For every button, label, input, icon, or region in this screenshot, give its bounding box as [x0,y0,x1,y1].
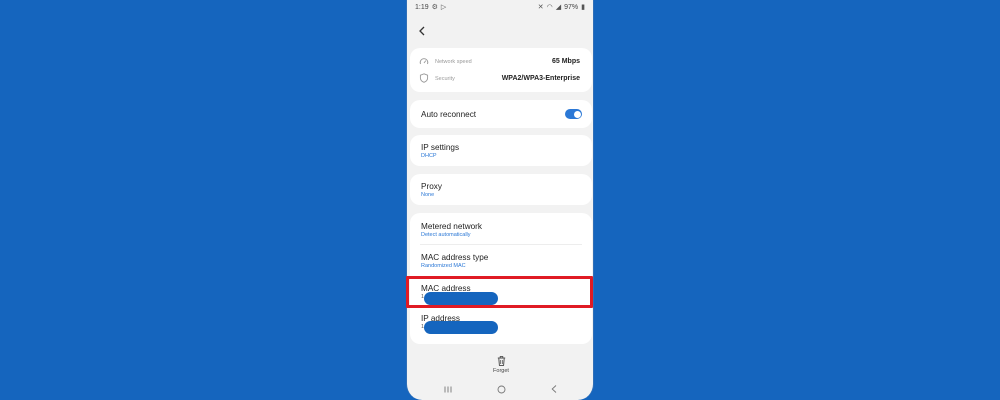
security-row: Security WPA2/WPA3-Enterprise [410,70,592,92]
mute-icon: ✕ [537,3,544,11]
ip-address-redaction [424,321,498,334]
proxy-card[interactable]: Proxy None [410,174,592,205]
network-speed-label: Network speed [435,59,472,65]
speedometer-icon [419,58,429,65]
mac-address-highlight-box [406,276,593,308]
back-arrow-icon [551,385,557,393]
toggle-knob [573,110,581,118]
wifi-icon: ◠ [546,3,553,11]
phone-screen: 1:19 ⚙ ▷ ✕ ◠ ◢ 97% ▮ Network speed 65 Mb… [406,0,594,400]
security-label: Security [435,76,455,82]
auto-reconnect-card[interactable]: Auto reconnect [410,100,592,128]
status-left: 1:19 ⚙ ▷ [415,4,446,11]
network-info-card: Network speed 65 Mbps Security WPA2/WPA3… [410,48,592,92]
network-speed-value: 65 Mbps [551,58,580,65]
battery-level: 97% [564,3,579,11]
chevron-left-icon [419,26,425,36]
metered-network-value: Detect automatically [421,232,471,238]
battery-icon: ▮ [581,3,585,11]
ip-settings-card[interactable]: IP settings DHCP [410,135,592,166]
shield-icon [419,73,429,83]
gear-icon: ⚙ [431,3,438,11]
back-button[interactable] [415,24,429,38]
security-value: WPA2/WPA3-Enterprise [501,75,580,82]
ip-settings-value: DHCP [421,153,437,159]
mac-address-type-label: MAC address type [421,253,489,262]
play-icon: ▷ [440,3,447,11]
nav-back-button[interactable] [548,384,560,394]
recent-apps-icon [444,386,452,392]
ip-settings-label: IP settings [421,143,460,152]
recent-apps-button[interactable] [442,384,454,394]
home-button[interactable] [495,384,507,394]
auto-reconnect-toggle[interactable] [565,109,582,119]
mac-address-type-row[interactable]: MAC address type Randomized MAC [410,245,592,276]
forget-label: Forget [493,368,509,374]
home-icon [497,385,505,393]
forget-button[interactable]: Forget [481,356,521,378]
status-bar: 1:19 ⚙ ▷ ✕ ◠ ◢ 97% ▮ [407,0,593,14]
trash-icon [497,356,505,366]
ip-address-row: IP address 1 [410,309,592,340]
metered-network-label: Metered network [421,222,482,231]
mac-address-type-value: Randomized MAC [421,263,466,269]
network-speed-row: Network speed 65 Mbps [410,48,592,70]
proxy-label: Proxy [421,182,442,191]
proxy-value: None [421,192,435,198]
navigation-bar [407,380,593,398]
signal-icon: ◢ [555,3,562,11]
metered-network-row[interactable]: Metered network Detect automatically [410,213,592,244]
auto-reconnect-label: Auto reconnect [421,110,477,119]
status-right: ✕ ◠ ◢ 97% ▮ [538,4,585,11]
status-time: 1:19 [415,3,429,11]
